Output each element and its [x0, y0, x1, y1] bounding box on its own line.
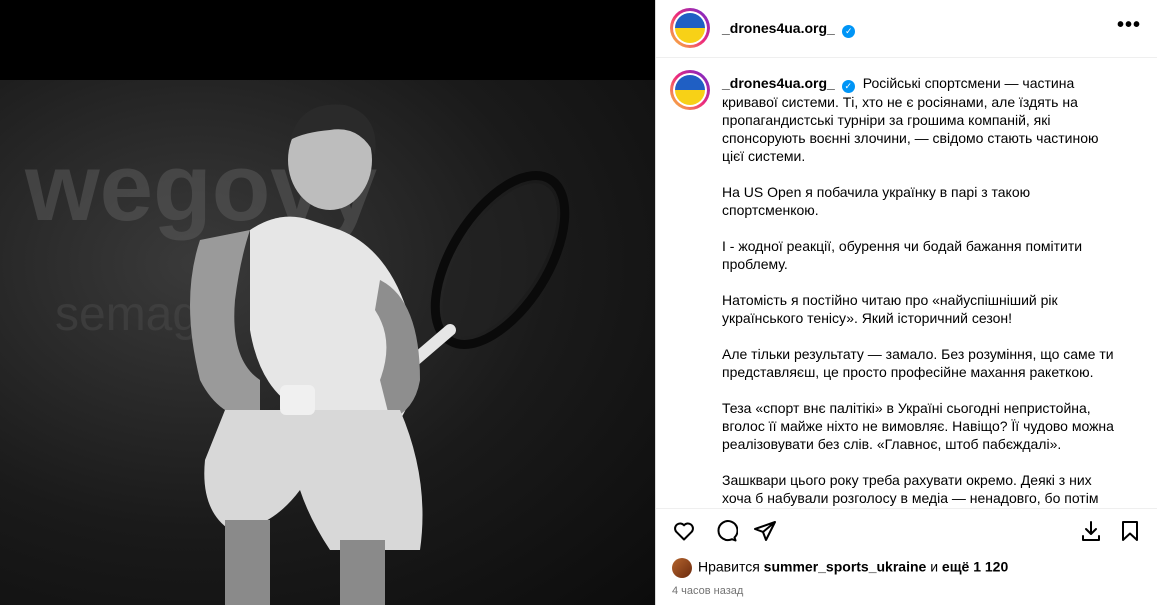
post-actions-bar: [656, 508, 1157, 554]
post-side-panel: _drones4ua.org_ ✓ ••• _drones4ua.org_ ✓ Р…: [656, 0, 1157, 605]
liker-avatar[interactable]: [672, 558, 692, 578]
post-photo: wegovy semagl: [0, 80, 655, 605]
caption-avatar[interactable]: [670, 70, 710, 110]
caption-paragraph: Але тільки результату — замало. Без розу…: [722, 346, 1114, 380]
caption-paragraph: На US Open я побачила українку в парі з …: [722, 184, 1031, 218]
caption-paragraph: Натомість я постійно читаю про «найуспіш…: [722, 292, 1058, 326]
tennis-player-image: wegovy semagl: [24, 104, 570, 605]
ukraine-flag-icon: [675, 75, 705, 105]
verified-icon: ✓: [842, 25, 856, 38]
post-caption: _drones4ua.org_ ✓ Російські спортсмени — …: [722, 74, 1117, 508]
caption-paragraph: Зашквари цього року треба рахувати окрем…: [722, 472, 1099, 506]
caption-paragraph: І - жодної реакції, обурення чи бодай ба…: [722, 238, 1083, 272]
post-media[interactable]: wegovy semagl: [0, 0, 655, 605]
post-header: _drones4ua.org_ ✓ •••: [656, 0, 1157, 58]
bookmark-icon[interactable]: [1118, 519, 1142, 543]
ukraine-flag-icon: [675, 13, 705, 43]
header-user: _drones4ua.org_ ✓: [722, 20, 856, 38]
post-timestamp[interactable]: 4 часов назад: [672, 585, 743, 597]
more-icon[interactable]: •••: [1117, 14, 1141, 37]
verified-icon: ✓: [841, 80, 855, 93]
heart-icon[interactable]: [672, 519, 696, 543]
likes-count[interactable]: ещё 1 120: [942, 559, 1008, 575]
header-username[interactable]: _drones4ua.org_: [722, 20, 835, 36]
caption-scroll-area[interactable]: _drones4ua.org_ ✓ Російські спортсмени — …: [656, 58, 1157, 508]
caption-paragraph: _drones4ua.org_ ✓ Російські спортсмени — …: [722, 74, 1117, 165]
likes-mid: и: [930, 558, 939, 575]
share-icon[interactable]: [753, 519, 777, 543]
save-icon[interactable]: [1079, 519, 1103, 543]
caption-paragraph: Теза «спорт внє палітікі» в Україні сьог…: [722, 400, 1114, 452]
likes-prefix: Нравится: [698, 558, 760, 575]
comment-icon[interactable]: [714, 519, 738, 543]
profile-avatar[interactable]: [670, 8, 710, 48]
liker-username[interactable]: summer_sports_ukraine: [764, 559, 927, 575]
likes-summary: Нравится summer_sports_ukraine и ещё 1 1…: [672, 558, 1008, 580]
svg-text:semagl: semagl: [55, 288, 210, 341]
caption-username[interactable]: _drones4ua.org_: [722, 75, 835, 91]
